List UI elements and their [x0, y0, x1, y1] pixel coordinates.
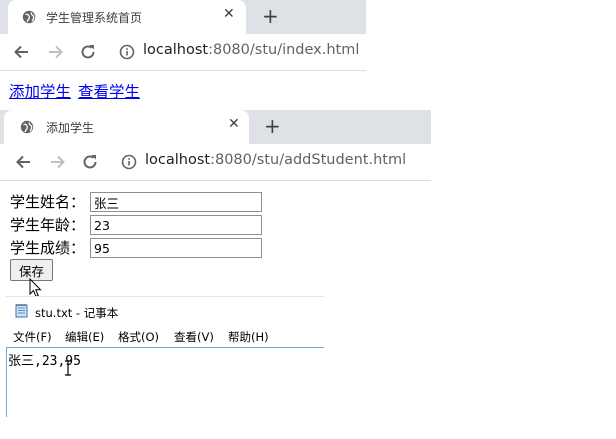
student-name-label: 学生姓名： — [10, 193, 86, 211]
tab-index[interactable]: 学生管理系统首页 ✕ — [8, 0, 246, 34]
menu-view[interactable]: 查看(V) — [174, 329, 214, 345]
text-cursor-icon — [65, 360, 71, 376]
student-score-input[interactable] — [90, 238, 262, 258]
close-tab-icon[interactable]: ✕ — [223, 6, 235, 22]
browser-toolbar-1: localhost:8080/stu/index.html — [0, 34, 366, 71]
address-bar[interactable]: localhost:8080/stu/addStudent.html — [145, 152, 406, 168]
tab-strip-2: 添加学生 ✕ + — [0, 110, 431, 144]
globe-icon — [20, 120, 34, 134]
add-student-link[interactable]: 添加学生 — [9, 80, 71, 102]
url-path: :8080/stu/index.html — [208, 42, 360, 58]
url-host: localhost — [145, 152, 211, 168]
close-tab-icon[interactable]: ✕ — [228, 116, 240, 132]
notepad-title: stu.txt - 记事本 — [35, 306, 119, 320]
globe-icon — [22, 10, 36, 24]
new-tab-button[interactable]: + — [264, 114, 281, 138]
student-age-input[interactable] — [90, 215, 262, 235]
student-name-input[interactable] — [90, 192, 262, 212]
student-age-label: 学生年龄： — [10, 216, 86, 234]
back-arrow-icon[interactable] — [14, 152, 34, 172]
notepad-icon — [15, 304, 28, 318]
reload-icon[interactable] — [80, 152, 100, 172]
tab-add-student[interactable]: 添加学生 ✕ — [4, 110, 249, 144]
menu-file[interactable]: 文件(F) — [13, 329, 52, 345]
view-students-link[interactable]: 查看学生 — [78, 80, 140, 102]
tab-title: 学生管理系统首页 — [46, 11, 143, 25]
url-host: localhost — [143, 42, 209, 58]
back-arrow-icon[interactable] — [12, 42, 32, 62]
forward-arrow-icon[interactable] — [45, 42, 65, 62]
menu-edit[interactable]: 编辑(E) — [65, 329, 104, 345]
browser-toolbar-2: localhost:8080/stu/addStudent.html — [0, 144, 431, 181]
new-tab-button[interactable]: + — [262, 4, 279, 28]
info-icon[interactable] — [119, 152, 139, 172]
url-path: :8080/stu/addStudent.html — [210, 152, 407, 168]
notepad-window — [6, 296, 324, 349]
address-bar[interactable]: localhost:8080/stu/index.html — [143, 42, 359, 58]
tab-strip-1: 学生管理系统首页 ✕ + — [0, 0, 366, 34]
menu-help[interactable]: 帮助(H) — [228, 329, 269, 345]
info-icon[interactable] — [117, 42, 137, 62]
menu-format[interactable]: 格式(O) — [118, 329, 159, 345]
reload-icon[interactable] — [78, 42, 98, 62]
student-score-label: 学生成绩： — [10, 239, 86, 257]
mouse-cursor-icon — [29, 278, 42, 298]
forward-arrow-icon[interactable] — [47, 152, 67, 172]
tab-title: 添加学生 — [46, 121, 95, 135]
